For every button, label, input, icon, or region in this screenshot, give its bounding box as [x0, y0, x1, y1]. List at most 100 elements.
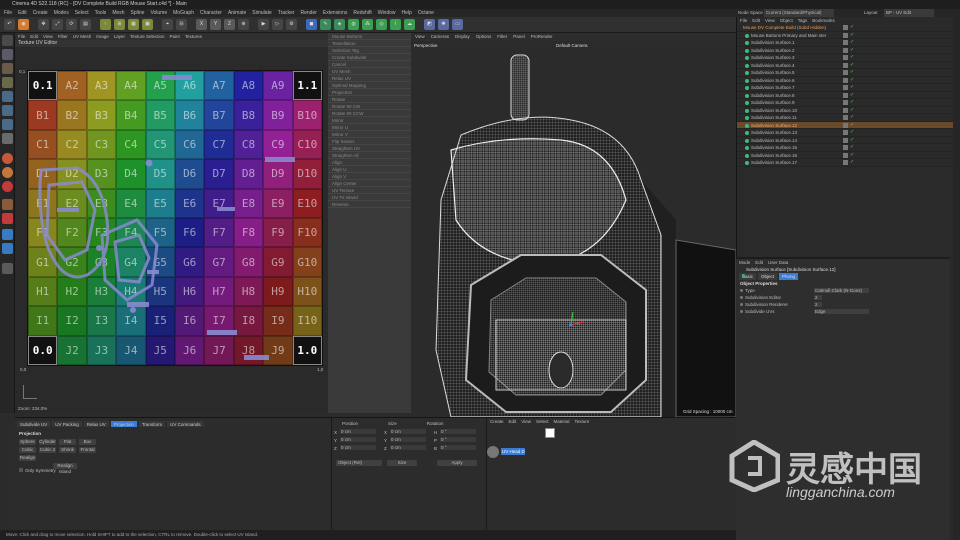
- viewport-menu-item[interactable]: Display: [455, 33, 470, 41]
- apply-button[interactable]: Apply: [437, 460, 477, 466]
- uv-command-item[interactable]: Mirror U: [328, 124, 411, 131]
- only-symmetry-checkbox[interactable]: Only Symmetry: [15, 467, 331, 474]
- uv-command-item[interactable]: UV Terrace: [328, 187, 411, 194]
- menu-item-tracker[interactable]: Tracker: [278, 9, 295, 17]
- menu-item-select[interactable]: Select: [75, 9, 89, 17]
- projection-button[interactable]: Frontal: [79, 447, 96, 453]
- live-selection-icon[interactable]: ◉: [18, 19, 29, 30]
- object-row[interactable]: Subdivision Surface.4 ✓: [737, 62, 960, 69]
- enabled-check-icon[interactable]: ✓: [850, 40, 854, 45]
- polygons-mode-icon[interactable]: ▦: [128, 19, 139, 30]
- uv-tab[interactable]: Transform: [138, 421, 166, 427]
- visibility-toggle[interactable]: [843, 122, 848, 128]
- object-row[interactable]: Subdivision Surface.5 ✓: [737, 69, 960, 77]
- snapping-icon[interactable]: [2, 199, 13, 210]
- uv-tab[interactable]: Relax UV: [83, 421, 109, 427]
- polygon-mode-icon[interactable]: [2, 119, 13, 130]
- render-view-icon[interactable]: ▶: [258, 19, 269, 30]
- layout-dropdown[interactable]: BP - UV Edit: [884, 9, 934, 17]
- uv-tab[interactable]: UV Packing: [52, 421, 82, 427]
- uv-tab[interactable]: UV Commands: [167, 421, 204, 427]
- edge-mode-icon[interactable]: [2, 105, 13, 116]
- uv-command-item[interactable]: Create Subdivide: [328, 54, 411, 61]
- projection-button[interactable]: Cubic: [19, 447, 36, 453]
- texture-mode-icon[interactable]: [2, 49, 13, 60]
- uv-points-icon[interactable]: [2, 133, 13, 144]
- material-menu-item[interactable]: View: [521, 418, 531, 425]
- enabled-check-icon[interactable]: ✓: [850, 47, 854, 53]
- menu-item-volume[interactable]: Volume: [150, 9, 167, 17]
- attribute-field[interactable]: Edge: [814, 309, 869, 314]
- uv-command-item[interactable]: Projection: [328, 89, 411, 96]
- coordinate-field[interactable]: 0 cm: [390, 429, 426, 434]
- projection-button[interactable]: Flat: [59, 439, 76, 445]
- material-menu-item[interactable]: Edit: [509, 418, 517, 425]
- visibility-toggle[interactable]: [843, 130, 848, 135]
- coordinate-field[interactable]: 0 cm: [340, 429, 376, 434]
- workplane-grid-icon[interactable]: [2, 229, 13, 240]
- uv-menu-item[interactable]: Paint: [170, 33, 180, 40]
- uv-mode-icon[interactable]: ▣: [142, 19, 153, 30]
- menu-item-mograph[interactable]: MoGraph: [173, 9, 194, 17]
- uv-command-item[interactable]: Selection Tag: [328, 47, 411, 54]
- paint-icon[interactable]: [2, 167, 13, 178]
- attributes-menu-item[interactable]: Edit: [755, 259, 763, 266]
- generator-icon[interactable]: ◍: [348, 19, 359, 30]
- mouse-wireframe-model[interactable]: [411, 50, 736, 417]
- menu-item-file[interactable]: File: [4, 9, 12, 17]
- uv-menu-item[interactable]: Edit: [30, 33, 38, 40]
- material-swatch-checker[interactable]: [545, 428, 555, 438]
- uv-command-item[interactable]: Mirror: [328, 117, 411, 124]
- projection-button[interactable]: Box: [79, 439, 96, 445]
- menu-item-extensions[interactable]: Extensions: [323, 9, 347, 17]
- uv-command-item[interactable]: Cancel: [328, 61, 411, 68]
- uv-menu-item[interactable]: Layer: [114, 33, 125, 40]
- uv-menu-item[interactable]: Filter: [58, 33, 68, 40]
- uv-command-item[interactable]: Reverse: [328, 201, 411, 208]
- uv-menu-item[interactable]: Textures: [185, 33, 202, 40]
- attribute-field[interactable]: Catmull-Clark (N-Gons): [814, 288, 869, 293]
- coordinate-field[interactable]: 0 °: [440, 437, 476, 442]
- object-row[interactable]: Subdivision Surface.3 ✓: [737, 54, 960, 62]
- coordinate-field[interactable]: 0 °: [440, 445, 476, 450]
- spline-pen-icon[interactable]: ✎: [320, 19, 331, 30]
- object-row[interactable]: Subdivision Surface.15 ✓: [737, 144, 960, 152]
- enabled-check-icon[interactable]: ✓: [850, 55, 854, 60]
- enabled-check-icon[interactable]: ✓: [850, 152, 854, 158]
- uv-menu-item[interactable]: UV Mesh: [73, 33, 92, 40]
- lock-workplane-icon[interactable]: [2, 263, 13, 274]
- viewport-menu-item[interactable]: Cameras: [431, 33, 449, 41]
- menu-item-help[interactable]: Help: [402, 9, 412, 17]
- objects-menu-item[interactable]: Tags: [798, 17, 808, 24]
- uv-command-item[interactable]: UV Fit Island: [328, 194, 411, 201]
- enabled-check-icon[interactable]: ✓: [850, 145, 854, 150]
- enabled-check-icon[interactable]: ✓: [850, 25, 854, 30]
- menu-item-simulate[interactable]: Simulate: [252, 9, 271, 17]
- visibility-toggle[interactable]: [843, 137, 848, 143]
- material-menu-item[interactable]: Material: [553, 418, 569, 425]
- enabled-check-icon[interactable]: ✓: [850, 122, 854, 128]
- visibility-toggle[interactable]: [843, 152, 848, 158]
- size-mode-dropdown[interactable]: Size: [387, 460, 417, 466]
- uv-tab[interactable]: Projection: [110, 421, 137, 427]
- rotate-icon[interactable]: ⟳: [66, 19, 77, 30]
- uv-command-item[interactable]: Straighten UV: [328, 145, 411, 152]
- visibility-toggle[interactable]: [843, 92, 848, 98]
- projection-button[interactable]: Realign: [19, 455, 36, 461]
- object-mode-icon[interactable]: [2, 77, 13, 88]
- attribute-field[interactable]: 2: [814, 302, 822, 307]
- property-radio-icon[interactable]: [740, 296, 743, 299]
- visibility-toggle[interactable]: [843, 32, 848, 38]
- object-row[interactable]: Subdivision Surface.12 ✓: [737, 121, 960, 129]
- enabled-check-icon[interactable]: ✓: [850, 160, 854, 165]
- perspective-viewport[interactable]: View Cameras Display Options Filter Panel ProR…: [411, 33, 736, 417]
- attributes-menu-item[interactable]: Mode: [739, 259, 750, 266]
- uv-command-item[interactable]: Optimal Mapping: [328, 82, 411, 89]
- visibility-toggle[interactable]: [843, 25, 848, 30]
- uv-command-item[interactable]: Align V: [328, 173, 411, 180]
- object-row[interactable]: Subdivision Surface.9 ✓: [737, 99, 960, 107]
- edges-mode-icon[interactable]: ⊞: [114, 19, 125, 30]
- visibility-toggle[interactable]: [843, 100, 848, 105]
- uv-command-item[interactable]: Rotate 90 CCW: [328, 110, 411, 117]
- material-name[interactable]: UV Head D: [501, 448, 525, 455]
